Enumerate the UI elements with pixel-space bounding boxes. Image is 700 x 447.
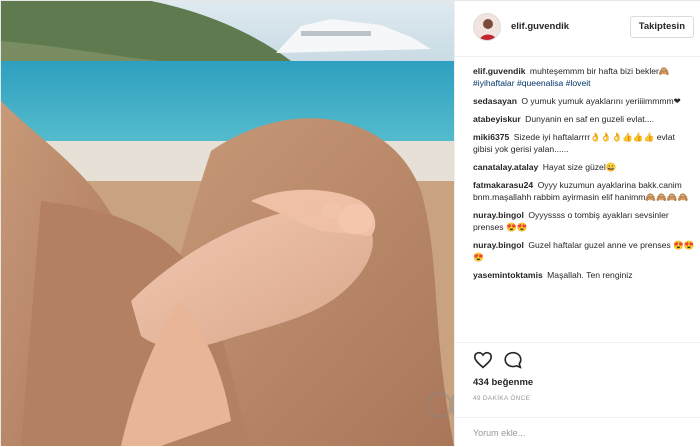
comment-item: yasemintoktamis Maşallah. Ten renginiz: [473, 269, 695, 281]
comment-item: fatmakarasu24 Oyyy kuzumun ayaklarina ba…: [473, 179, 695, 203]
comment-username[interactable]: atabeyiskur: [473, 114, 521, 124]
post-header: elif.guvendik Takiptesin: [455, 1, 700, 57]
post-username[interactable]: elif.guvendik: [511, 21, 569, 32]
avatar-icon: [474, 14, 500, 40]
comment-text: Dunyanin en saf en guzeli evlat....: [525, 114, 655, 124]
caption: elif.guvendik muhteşemmm bir hafta bizi …: [473, 65, 695, 89]
comment-item: miki6375 Sizede iyi haftalarrrr👌👌👌👍👍👍 ev…: [473, 131, 695, 155]
caption-text: muhteşemmm bir hafta bizi bekler🙈: [529, 66, 670, 76]
avatar[interactable]: [473, 13, 501, 41]
comment-item: atabeyiskur Dunyanin en saf en guzeli ev…: [473, 113, 695, 125]
comment-item: nuray.bingol Guzel haftalar guzel anne v…: [473, 239, 695, 263]
post-photo[interactable]: [1, 1, 454, 446]
post-timestamp: 49 DAKİKA ÖNCE: [473, 395, 531, 402]
add-comment-placeholder[interactable]: Yorum ekle...: [473, 428, 525, 438]
photo-image: [1, 1, 454, 446]
comment-text: Hayat size güzel😀: [542, 162, 617, 172]
comment-username[interactable]: miki6375: [473, 132, 509, 142]
add-comment-field[interactable]: Yorum ekle...: [455, 417, 700, 447]
caption-username[interactable]: elif.guvendik: [473, 66, 526, 76]
likes-count[interactable]: 434 beğenme: [473, 377, 533, 388]
post-actions: 434 beğenme 49 DAKİKA ÖNCE Yorum ekle...: [455, 342, 700, 446]
comment-icon[interactable]: [503, 351, 523, 369]
comment-text: O yumuk yumuk ayaklarını yeriiiimmmm❤: [521, 96, 681, 106]
comment-username[interactable]: fatmakarasu24: [473, 180, 533, 190]
comment-username[interactable]: nuray.bingol: [473, 240, 524, 250]
comments-list[interactable]: elif.guvendik muhteşemmm bir hafta bizi …: [473, 65, 695, 341]
comment-text: Maşallah. Ten renginiz: [547, 270, 633, 280]
caption-hashtags[interactable]: #iyihaftalar #queenalisa #loveit: [473, 77, 695, 89]
instagram-post: elif.guvendik Takiptesin elif.guvendik m…: [0, 0, 700, 446]
comment-username[interactable]: canatalay.atalay: [473, 162, 538, 172]
comment-item: canatalay.atalay Hayat size güzel😀: [473, 161, 695, 173]
post-sidebar: elif.guvendik Takiptesin elif.guvendik m…: [454, 1, 700, 446]
comment-username[interactable]: yasemintoktamis: [473, 270, 543, 280]
comment-item: sedasayan O yumuk yumuk ayaklarını yerii…: [473, 95, 695, 107]
heart-icon[interactable]: [473, 351, 493, 369]
comment-item: nuray.bingol Oyyyssss o tombiş ayakları …: [473, 209, 695, 233]
comment-username[interactable]: nuray.bingol: [473, 210, 524, 220]
following-button[interactable]: Takiptesin: [629, 16, 694, 38]
comment-username[interactable]: sedasayan: [473, 96, 517, 106]
